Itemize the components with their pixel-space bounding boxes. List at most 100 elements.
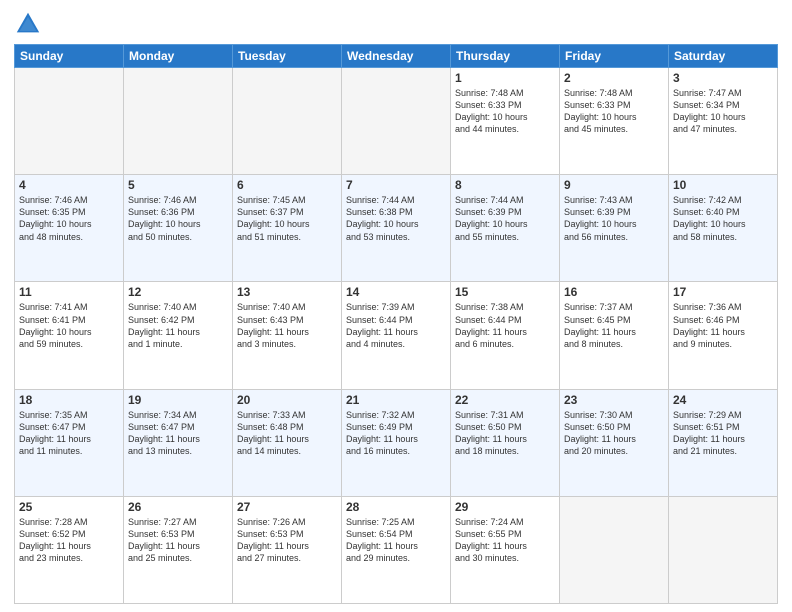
- day-cell: 14Sunrise: 7:39 AMSunset: 6:44 PMDayligh…: [342, 282, 451, 389]
- day-info: Sunrise: 7:34 AMSunset: 6:47 PMDaylight:…: [128, 409, 228, 458]
- day-number: 5: [128, 178, 228, 192]
- weekday-saturday: Saturday: [669, 45, 778, 68]
- day-number: 3: [673, 71, 773, 85]
- weekday-header-row: SundayMondayTuesdayWednesdayThursdayFrid…: [15, 45, 778, 68]
- day-cell: 18 Sunrise: 7:35 AMSunset: 6:47 PMDayligh…: [15, 389, 124, 496]
- day-number: 23: [564, 393, 664, 407]
- day-cell: 17 Sunrise: 7:36 AMSunset: 6:46 PMDayligh…: [669, 282, 778, 389]
- day-info: Sunrise: 7:28 AMSunset: 6:52 PMDaylight:…: [19, 516, 119, 565]
- day-number: 10: [673, 178, 773, 192]
- day-number: 7: [346, 178, 446, 192]
- weekday-monday: Monday: [124, 45, 233, 68]
- day-info: Sunrise: 7:26 AMSunset: 6:53 PMDaylight:…: [237, 516, 337, 565]
- day-number: 13: [237, 285, 337, 299]
- day-cell: 7 Sunrise: 7:44 AMSunset: 6:38 PMDaylight…: [342, 175, 451, 282]
- day-info: Sunrise: 7:40 AMSunset: 6:43 PMDaylight:…: [237, 301, 337, 350]
- week-row-3: 11Sunrise: 7:41 AMSunset: 6:41 PMDayligh…: [15, 282, 778, 389]
- day-cell: [560, 496, 669, 603]
- day-cell: 9 Sunrise: 7:43 AMSunset: 6:39 PMDaylight…: [560, 175, 669, 282]
- day-cell: 24 Sunrise: 7:29 AMSunset: 6:51 PMDayligh…: [669, 389, 778, 496]
- weekday-tuesday: Tuesday: [233, 45, 342, 68]
- day-cell: 22Sunrise: 7:31 AMSunset: 6:50 PMDayligh…: [451, 389, 560, 496]
- day-number: 8: [455, 178, 555, 192]
- day-cell: 20 Sunrise: 7:33 AMSunset: 6:48 PMDayligh…: [233, 389, 342, 496]
- page: SundayMondayTuesdayWednesdayThursdayFrid…: [0, 0, 792, 612]
- weekday-wednesday: Wednesday: [342, 45, 451, 68]
- day-cell: 26Sunrise: 7:27 AMSunset: 6:53 PMDayligh…: [124, 496, 233, 603]
- day-cell: 25 Sunrise: 7:28 AMSunset: 6:52 PMDayligh…: [15, 496, 124, 603]
- day-cell: 8 Sunrise: 7:44 AMSunset: 6:39 PMDaylight…: [451, 175, 560, 282]
- calendar-table: SundayMondayTuesdayWednesdayThursdayFrid…: [14, 44, 778, 604]
- day-number: 11: [19, 285, 119, 299]
- day-number: 2: [564, 71, 664, 85]
- day-number: 24: [673, 393, 773, 407]
- day-number: 29: [455, 500, 555, 514]
- day-number: 6: [237, 178, 337, 192]
- day-cell: [124, 68, 233, 175]
- day-number: 9: [564, 178, 664, 192]
- day-info: Sunrise: 7:42 AMSunset: 6:40 PMDaylight:…: [673, 194, 773, 243]
- day-info: Sunrise: 7:47 AMSunset: 6:34 PMDaylight:…: [673, 87, 773, 136]
- day-cell: 29 Sunrise: 7:24 AMSunset: 6:55 PMDayligh…: [451, 496, 560, 603]
- day-cell: 21 Sunrise: 7:32 AMSunset: 6:49 PMDayligh…: [342, 389, 451, 496]
- day-cell: 23 Sunrise: 7:30 AMSunset: 6:50 PMDayligh…: [560, 389, 669, 496]
- day-number: 25: [19, 500, 119, 514]
- weekday-sunday: Sunday: [15, 45, 124, 68]
- weekday-friday: Friday: [560, 45, 669, 68]
- day-info: Sunrise: 7:35 AMSunset: 6:47 PMDaylight:…: [19, 409, 119, 458]
- logo-icon: [14, 10, 42, 38]
- day-cell: 28 Sunrise: 7:25 AMSunset: 6:54 PMDayligh…: [342, 496, 451, 603]
- day-cell: 6 Sunrise: 7:45 AMSunset: 6:37 PMDaylight…: [233, 175, 342, 282]
- day-info: Sunrise: 7:33 AMSunset: 6:48 PMDaylight:…: [237, 409, 337, 458]
- day-cell: 1Sunrise: 7:48 AMSunset: 6:33 PMDaylight…: [451, 68, 560, 175]
- day-cell: 10 Sunrise: 7:42 AMSunset: 6:40 PMDayligh…: [669, 175, 778, 282]
- logo: [14, 10, 46, 38]
- day-info: Sunrise: 7:29 AMSunset: 6:51 PMDaylight:…: [673, 409, 773, 458]
- day-info: Sunrise: 7:48 AMSunset: 6:33 PMDaylight:…: [455, 87, 555, 136]
- day-cell: 2 Sunrise: 7:48 AMSunset: 6:33 PMDaylight…: [560, 68, 669, 175]
- day-info: Sunrise: 7:31 AMSunset: 6:50 PMDaylight:…: [455, 409, 555, 458]
- day-info: Sunrise: 7:37 AMSunset: 6:45 PMDaylight:…: [564, 301, 664, 350]
- day-cell: 4 Sunrise: 7:46 AMSunset: 6:35 PMDaylight…: [15, 175, 124, 282]
- day-number: 15: [455, 285, 555, 299]
- day-cell: 13 Sunrise: 7:40 AMSunset: 6:43 PMDayligh…: [233, 282, 342, 389]
- day-info: Sunrise: 7:43 AMSunset: 6:39 PMDaylight:…: [564, 194, 664, 243]
- week-row-5: 25 Sunrise: 7:28 AMSunset: 6:52 PMDayligh…: [15, 496, 778, 603]
- day-cell: 15 Sunrise: 7:38 AMSunset: 6:44 PMDayligh…: [451, 282, 560, 389]
- day-cell: 12 Sunrise: 7:40 AMSunset: 6:42 PMDayligh…: [124, 282, 233, 389]
- day-number: 4: [19, 178, 119, 192]
- day-info: Sunrise: 7:25 AMSunset: 6:54 PMDaylight:…: [346, 516, 446, 565]
- day-info: Sunrise: 7:30 AMSunset: 6:50 PMDaylight:…: [564, 409, 664, 458]
- day-info: Sunrise: 7:44 AMSunset: 6:38 PMDaylight:…: [346, 194, 446, 243]
- day-info: Sunrise: 7:46 AMSunset: 6:36 PMDaylight:…: [128, 194, 228, 243]
- day-cell: 16Sunrise: 7:37 AMSunset: 6:45 PMDayligh…: [560, 282, 669, 389]
- day-number: 12: [128, 285, 228, 299]
- day-info: Sunrise: 7:39 AMSunset: 6:44 PMDaylight:…: [346, 301, 446, 350]
- day-number: 20: [237, 393, 337, 407]
- day-info: Sunrise: 7:46 AMSunset: 6:35 PMDaylight:…: [19, 194, 119, 243]
- week-row-2: 4 Sunrise: 7:46 AMSunset: 6:35 PMDaylight…: [15, 175, 778, 282]
- day-cell: [15, 68, 124, 175]
- day-number: 21: [346, 393, 446, 407]
- day-info: Sunrise: 7:32 AMSunset: 6:49 PMDaylight:…: [346, 409, 446, 458]
- day-info: Sunrise: 7:24 AMSunset: 6:55 PMDaylight:…: [455, 516, 555, 565]
- week-row-4: 18 Sunrise: 7:35 AMSunset: 6:47 PMDayligh…: [15, 389, 778, 496]
- day-number: 17: [673, 285, 773, 299]
- day-number: 28: [346, 500, 446, 514]
- weekday-thursday: Thursday: [451, 45, 560, 68]
- day-info: Sunrise: 7:38 AMSunset: 6:44 PMDaylight:…: [455, 301, 555, 350]
- day-number: 18: [19, 393, 119, 407]
- day-cell: 11Sunrise: 7:41 AMSunset: 6:41 PMDayligh…: [15, 282, 124, 389]
- day-cell: 19Sunrise: 7:34 AMSunset: 6:47 PMDayligh…: [124, 389, 233, 496]
- day-info: Sunrise: 7:45 AMSunset: 6:37 PMDaylight:…: [237, 194, 337, 243]
- day-info: Sunrise: 7:40 AMSunset: 6:42 PMDaylight:…: [128, 301, 228, 350]
- day-info: Sunrise: 7:44 AMSunset: 6:39 PMDaylight:…: [455, 194, 555, 243]
- day-cell: [342, 68, 451, 175]
- day-info: Sunrise: 7:36 AMSunset: 6:46 PMDaylight:…: [673, 301, 773, 350]
- day-info: Sunrise: 7:48 AMSunset: 6:33 PMDaylight:…: [564, 87, 664, 136]
- day-info: Sunrise: 7:27 AMSunset: 6:53 PMDaylight:…: [128, 516, 228, 565]
- week-row-1: 1Sunrise: 7:48 AMSunset: 6:33 PMDaylight…: [15, 68, 778, 175]
- day-cell: 3 Sunrise: 7:47 AMSunset: 6:34 PMDaylight…: [669, 68, 778, 175]
- day-cell: [669, 496, 778, 603]
- day-cell: 27Sunrise: 7:26 AMSunset: 6:53 PMDayligh…: [233, 496, 342, 603]
